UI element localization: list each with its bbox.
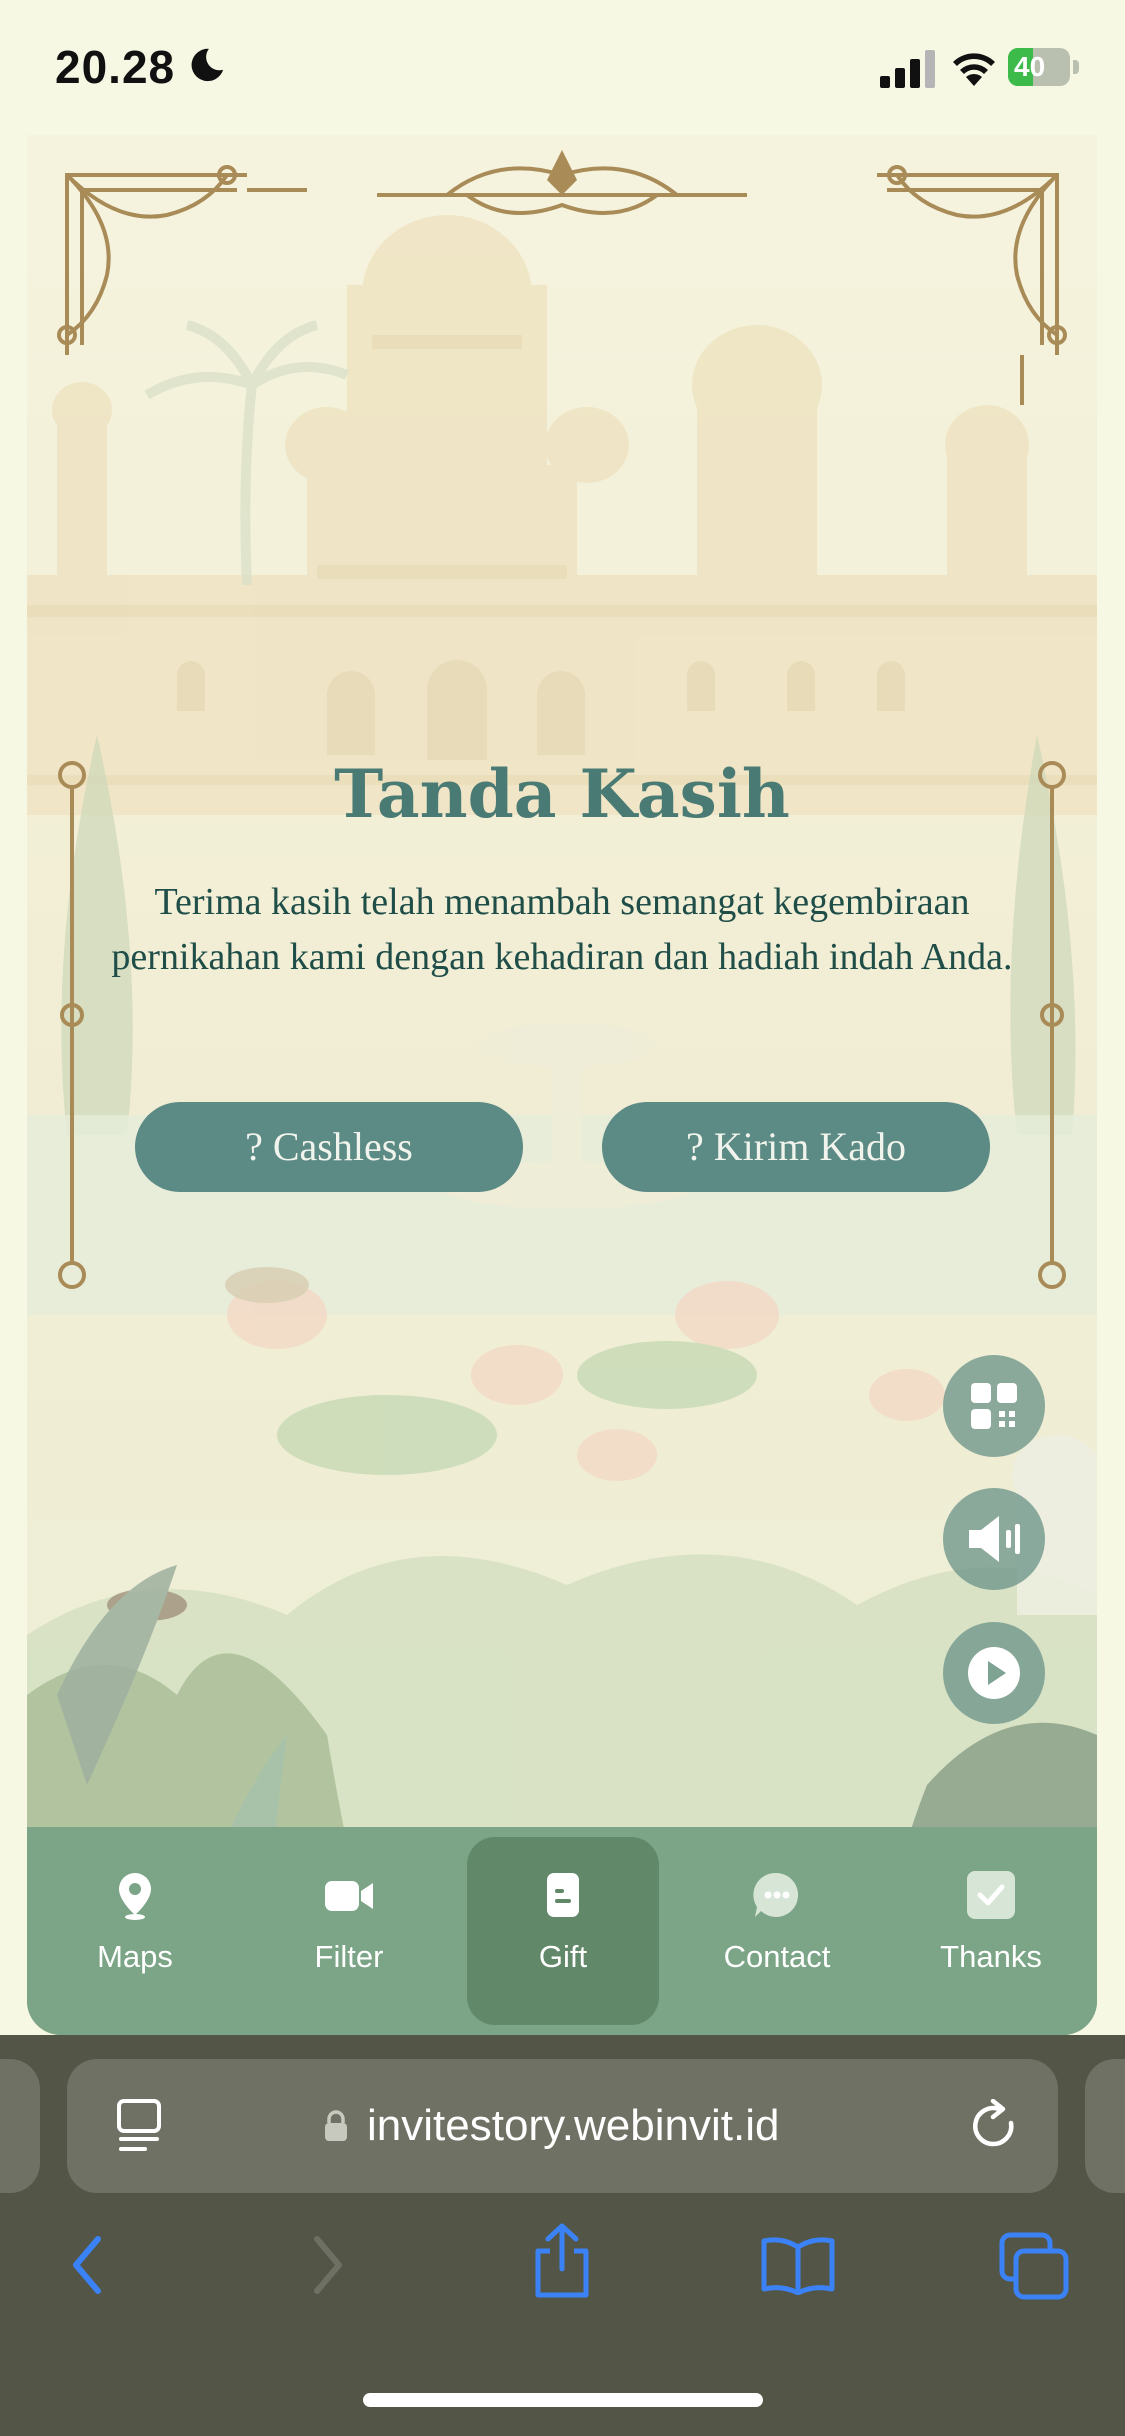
qr-code-button[interactable] [943,1355,1045,1457]
nav-label-gift: Gift [538,1939,588,1974]
play-icon [968,1647,1020,1699]
cashless-button[interactable]: ? Cashless [135,1102,523,1192]
reload-icon[interactable] [967,2099,1021,2153]
sound-toggle-button[interactable] [943,1488,1045,1590]
nav-item-filter[interactable]: Filter [253,1827,445,2035]
nav-item-contact[interactable]: Contact [681,1827,873,2035]
nav-label-thanks: Thanks [940,1939,1042,1974]
nav-item-thanks[interactable]: Thanks [895,1827,1087,2035]
battery-level: 40 [1014,51,1046,82]
kirim-kado-button[interactable]: ? Kirim Kado [602,1102,990,1192]
chat-bubble-icon [753,1872,799,1917]
wifi-icon [953,53,995,86]
nav-item-gift[interactable]: Gift [467,1837,659,2025]
previous-tab-preview[interactable] [0,2059,40,2193]
check-square-icon [967,1871,1015,1919]
reader-view-icon [117,2099,161,2151]
bookmarks-icon[interactable] [760,2235,836,2295]
url-text: invitestory.webinvit.id [367,2101,780,2150]
cellular-signal-icon [880,50,935,88]
browser-toolbar: invitestory.webinvit.id [0,2035,1125,2436]
invitation-card: Tanda Kasih Terima kasih telah menambah … [27,135,1097,2035]
forward-icon[interactable] [305,2233,349,2297]
status-bar: 20.28 40 [0,0,1125,135]
tabs-icon[interactable] [998,2231,1070,2301]
home-indicator [363,2393,763,2407]
map-pin-icon [119,1873,151,1920]
back-icon[interactable] [66,2233,110,2297]
qr-code-icon [971,1383,1017,1429]
status-time: 20.28 [55,41,176,93]
bottom-navigation: Maps Filter Gift Contact Thanks [27,1827,1097,2035]
nav-label-filter: Filter [314,1939,384,1974]
thank-you-message: Terima kasih telah menambah semangat keg… [111,881,1013,978]
palace-garden-illustration [27,135,1097,2035]
nav-item-maps[interactable]: Maps [39,1827,231,2035]
moon-icon [191,48,224,82]
section-title: Tanda Kasih [334,755,790,833]
nav-label-contact: Contact [723,1939,831,1974]
battery-icon: 40 [1008,48,1080,86]
speaker-icon [969,1516,1020,1562]
video-camera-icon [325,1881,373,1911]
share-icon[interactable] [530,2223,594,2299]
lock-icon [325,2110,347,2141]
play-button[interactable] [943,1622,1045,1724]
address-bar[interactable]: invitestory.webinvit.id [67,2059,1058,2193]
gift-card-icon [547,1873,579,1917]
nav-label-maps: Maps [97,1939,173,1974]
next-tab-preview[interactable] [1085,2059,1125,2193]
